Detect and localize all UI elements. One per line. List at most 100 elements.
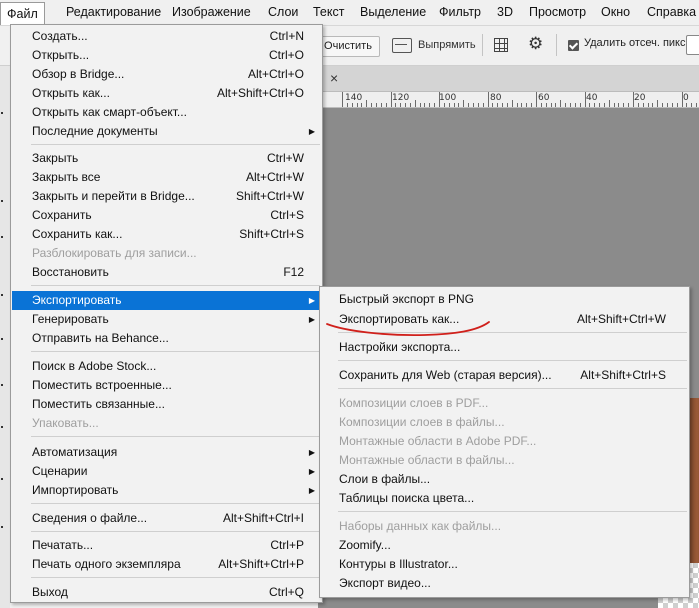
ruler-label: 40 (586, 93, 598, 103)
ruler-tick (589, 103, 591, 107)
grid-overlay-icon[interactable] (494, 38, 508, 52)
ruler-tick (608, 100, 610, 107)
ruler-tick (647, 103, 649, 107)
ruler-tick (356, 103, 358, 107)
ruler-tick (468, 103, 470, 107)
tool-marker[interactable] (1, 294, 3, 296)
ruler-tick (681, 92, 683, 107)
straighten-button[interactable]: Выпрямить (392, 36, 476, 55)
menu-item-package: Упаковать... (32, 416, 99, 430)
ruler-label: 140 (345, 93, 363, 103)
divider (31, 436, 320, 437)
clear-button[interactable]: Очистить (316, 36, 380, 57)
tool-marker[interactable] (1, 478, 3, 480)
menu-item-share-behance[interactable]: Отправить на Behance... (12, 329, 321, 348)
menu-view[interactable]: Просмотр (523, 3, 592, 22)
tool-marker[interactable] (1, 236, 3, 238)
divider (338, 388, 687, 389)
menu-item-open[interactable]: Открыть... Ctrl+O (12, 46, 321, 65)
menu-item-exit[interactable]: Выход Ctrl+Q (12, 583, 321, 602)
menu-window[interactable]: Окно (595, 3, 636, 22)
menu-type[interactable]: Текст (307, 3, 350, 22)
content-aware-button[interactable] (686, 35, 699, 55)
menu-item-close-all[interactable]: Закрыть все Alt+Ctrl+W (12, 168, 321, 187)
ruler-tick (540, 103, 542, 107)
menu-item-browse-bridge[interactable]: Обзор в Bridge... Alt+Ctrl+O (12, 65, 321, 84)
menu-item-export[interactable]: Экспортировать ▶ (12, 291, 321, 310)
tool-marker[interactable] (1, 526, 3, 528)
ruler-tick (472, 103, 474, 107)
tool-marker[interactable] (1, 384, 3, 386)
menu-item-save-for-web[interactable]: Сохранить для Web (старая версия)... Alt+… (321, 366, 688, 385)
menu-item-layers-to-files[interactable]: Слои в файлы... (321, 470, 688, 489)
ruler-tick (555, 103, 557, 107)
menu-item-paths-to-illustrator[interactable]: Контуры в Illustrator... (321, 555, 688, 574)
ruler-tick (448, 103, 450, 107)
tool-marker[interactable] (1, 112, 3, 114)
menu-item-file-info[interactable]: Сведения о файле... Alt+Shift+Ctrl+I (12, 509, 321, 528)
menu-item-place-embedded[interactable]: Поместить встроенные... (12, 376, 321, 395)
menu-item-unlock: Разблокировать для записи... (32, 246, 197, 260)
menu-item-save[interactable]: Сохранить Ctrl+S (12, 206, 321, 225)
ruler-label: 0 (683, 93, 689, 103)
ruler-tick (526, 103, 528, 107)
tool-marker[interactable] (1, 338, 3, 340)
ruler-tick (531, 103, 533, 107)
ruler-tick (511, 100, 513, 107)
ruler-tick (642, 103, 644, 107)
ruler-tick (521, 103, 523, 107)
menu-item-close[interactable]: Закрыть Ctrl+W (12, 149, 321, 168)
menu-select[interactable]: Выделение (354, 3, 432, 22)
menu-item-scripts[interactable]: Сценарии ▶ (12, 462, 321, 481)
tool-marker[interactable] (1, 200, 3, 202)
menu-item-new[interactable]: Создать... Ctrl+N (12, 27, 321, 46)
ruler-tick (560, 100, 562, 107)
delete-cropped-checkbox[interactable] (568, 40, 579, 51)
menu-item-generate[interactable]: Генерировать ▶ (12, 310, 321, 329)
ruler-tick (506, 103, 508, 107)
menu-item-place-linked[interactable]: Поместить связанные... (12, 395, 321, 414)
menu-file[interactable]: Файл (0, 2, 45, 25)
ruler-tick (477, 103, 479, 107)
menu-item-zoomify[interactable]: Zoomify... (321, 536, 688, 555)
menu-filter[interactable]: Фильтр (433, 3, 487, 22)
gear-icon[interactable]: ⚙ (528, 35, 543, 53)
menu-3d[interactable]: 3D (491, 3, 519, 22)
menu-item-quick-export-png[interactable]: Быстрый экспорт в PNG (321, 290, 688, 309)
menu-item-save-as[interactable]: Сохранить как... Shift+Ctrl+S (12, 225, 321, 244)
file-menu: Создать... Ctrl+N Открыть... Ctrl+O Обзор … (10, 24, 323, 603)
menu-item-revert[interactable]: Восстановить F12 (12, 263, 321, 282)
menu-item-export-preferences[interactable]: Настройки экспорта... (321, 338, 688, 357)
ruler-tick (565, 103, 567, 107)
menu-item-import[interactable]: Импортировать ▶ (12, 481, 321, 500)
menu-item-print-one-copy[interactable]: Печать одного экземпляра Alt+Shift+Ctrl+P (12, 555, 321, 574)
divider (31, 577, 320, 578)
menubar: Файл Редактирование Изображение Слои Тек… (0, 0, 699, 26)
menu-item-open-as[interactable]: Открыть как... Alt+Shift+Ctrl+O (12, 84, 321, 103)
menu-item-data-sets: Наборы данных как файлы... (339, 519, 502, 533)
menu-item-open-smart-object[interactable]: Открыть как смарт-объект... (12, 103, 321, 122)
menu-item-automate[interactable]: Автоматизация ▶ (12, 443, 321, 462)
ruler-label: 60 (538, 93, 550, 103)
ruler-tick (584, 92, 586, 107)
divider (338, 360, 687, 361)
menu-item-render-video[interactable]: Экспорт видео... (321, 574, 688, 593)
menu-item-color-lookup[interactable]: Таблицы поиска цвета... (321, 489, 688, 508)
menu-help[interactable]: Справка (641, 3, 699, 22)
menu-item-search-stock[interactable]: Поиск в Adobe Stock... (12, 357, 321, 376)
ruler-tick (657, 100, 659, 107)
menu-item-print[interactable]: Печатать... Ctrl+P (12, 536, 321, 555)
ruler-tick (637, 103, 639, 107)
tool-marker[interactable] (1, 426, 3, 428)
ruler-label: 100 (439, 93, 457, 103)
menu-item-recent[interactable]: Последние документы ▶ (12, 122, 321, 141)
ruler-tick (371, 103, 373, 107)
menu-layers[interactable]: Слои (262, 3, 304, 22)
ruler-tick (429, 103, 431, 107)
ruler-tick (550, 103, 552, 107)
menu-edit[interactable]: Редактирование (60, 3, 167, 22)
menu-image[interactable]: Изображение (166, 3, 257, 22)
menu-item-close-go-bridge[interactable]: Закрыть и перейти в Bridge... Shift+Ctrl+… (12, 187, 321, 206)
ruler-tick (405, 103, 407, 107)
close-tab-icon[interactable]: × (330, 70, 338, 86)
